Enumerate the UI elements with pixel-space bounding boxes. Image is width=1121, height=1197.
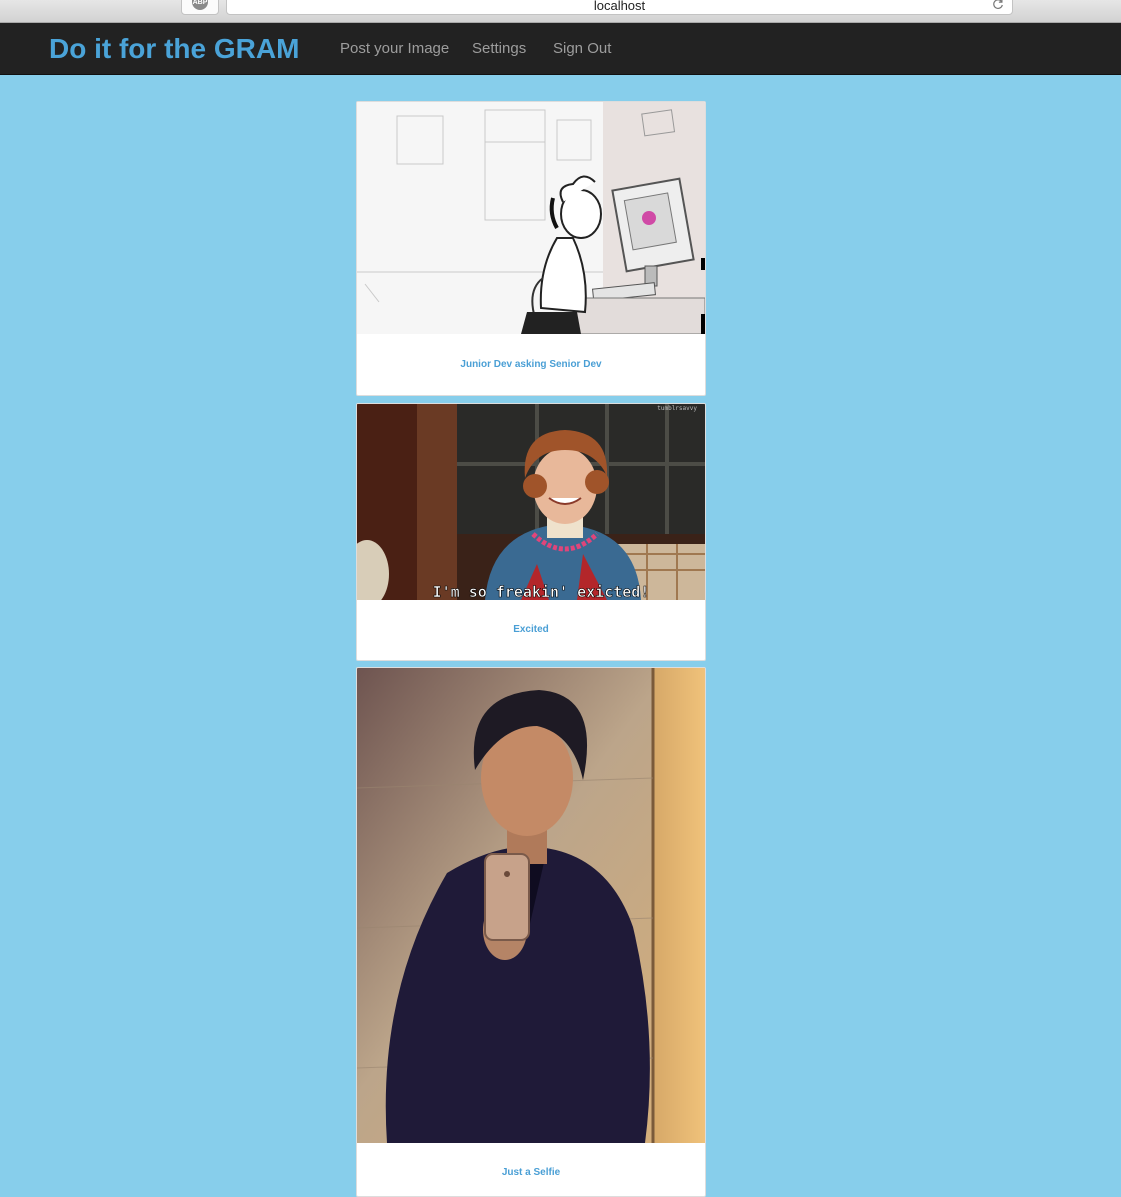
post-image[interactable] bbox=[357, 102, 705, 334]
post-image[interactable] bbox=[357, 668, 705, 1143]
url-text: localhost bbox=[593, 0, 646, 13]
post-caption[interactable]: Just a Selfie bbox=[357, 1167, 705, 1179]
address-bar[interactable]: localhost bbox=[226, 0, 1013, 15]
nav-settings[interactable]: Settings bbox=[472, 40, 526, 58]
adblock-icon: ABP bbox=[192, 0, 208, 10]
meme-caption-text: I'm so freakin' exicted! bbox=[433, 583, 650, 600]
post-caption[interactable]: Junior Dev asking Senior Dev bbox=[357, 359, 705, 371]
tv-show-still-icon: tumblrsavvy I'm so freakin' exicted! bbox=[357, 404, 705, 600]
post-card: Junior Dev asking Senior Dev bbox=[356, 101, 706, 396]
post-card: tumblrsavvy I'm so freakin' exicted! Exc… bbox=[356, 403, 706, 661]
browser-toolbar: ABP localhost bbox=[0, 0, 1121, 23]
cartoon-office-sketch-icon bbox=[357, 102, 705, 334]
post-caption[interactable]: Excited bbox=[357, 624, 705, 636]
mirror-selfie-photo-icon bbox=[357, 668, 705, 1143]
top-navbar: Do it for the GRAM Post your Image Setti… bbox=[0, 23, 1121, 75]
nav-sign-out[interactable]: Sign Out bbox=[553, 40, 611, 58]
watermark-text: tumblrsavvy bbox=[657, 405, 697, 412]
post-image[interactable]: tumblrsavvy I'm so freakin' exicted! bbox=[357, 404, 705, 600]
nav-post-image[interactable]: Post your Image bbox=[340, 40, 449, 58]
brand-link[interactable]: Do it for the GRAM bbox=[49, 33, 299, 65]
post-card: Just a Selfie bbox=[356, 667, 706, 1197]
reload-icon[interactable] bbox=[992, 0, 1004, 10]
adblock-button[interactable]: ABP bbox=[181, 0, 219, 15]
